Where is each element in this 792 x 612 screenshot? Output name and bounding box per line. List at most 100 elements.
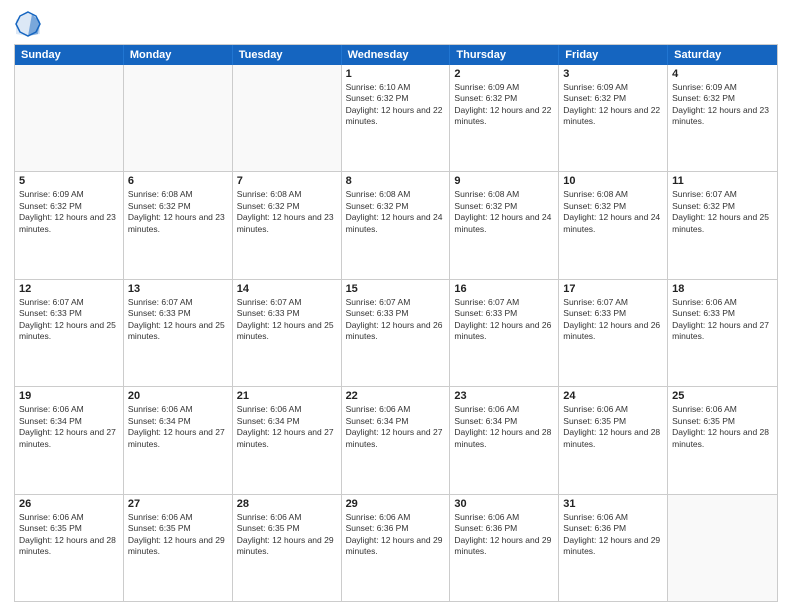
day-cell: 11Sunrise: 6:07 AM Sunset: 6:32 PM Dayli… <box>668 172 777 278</box>
day-cell: 7 Sunrise: 6:08 AM Sunset: 6:32 PM Daylig… <box>233 172 342 278</box>
day-cell: 15Sunrise: 6:07 AM Sunset: 6:33 PM Dayli… <box>342 280 451 386</box>
day-info: Sunrise: 6:07 AM Sunset: 6:33 PM Dayligh… <box>454 297 554 343</box>
day-cell: 18Sunrise: 6:06 AM Sunset: 6:33 PM Dayli… <box>668 280 777 386</box>
day-header-thursday: Thursday <box>450 45 559 65</box>
day-cell <box>15 65 124 171</box>
day-info: Sunrise: 6:07 AM Sunset: 6:33 PM Dayligh… <box>128 297 228 343</box>
page: SundayMondayTuesdayWednesdayThursdayFrid… <box>0 0 792 612</box>
day-info: Sunrise: 6:07 AM Sunset: 6:33 PM Dayligh… <box>563 297 663 343</box>
week-row-2: 5 Sunrise: 6:09 AM Sunset: 6:32 PM Daylig… <box>15 172 777 279</box>
day-info: Sunrise: 6:06 AM Sunset: 6:34 PM Dayligh… <box>237 404 337 450</box>
day-info: Sunrise: 6:06 AM Sunset: 6:34 PM Dayligh… <box>454 404 554 450</box>
day-number: 8 <box>346 175 446 187</box>
day-info: Sunrise: 6:09 AM Sunset: 6:32 PM Dayligh… <box>454 82 554 128</box>
day-info: Sunrise: 6:09 AM Sunset: 6:32 PM Dayligh… <box>563 82 663 128</box>
day-cell: 26 Sunrise: 6:06 AM Sunset: 6:35 PM Dayli… <box>15 495 124 601</box>
day-number: 9 <box>454 175 554 187</box>
day-info: Sunrise: 6:08 AM Sunset: 6:32 PM Dayligh… <box>237 189 337 235</box>
day-number: 26 <box>19 498 119 510</box>
day-cell: 4 Sunrise: 6:09 AM Sunset: 6:32 PM Daylig… <box>668 65 777 171</box>
day-cell: 6 Sunrise: 6:08 AM Sunset: 6:32 PM Daylig… <box>124 172 233 278</box>
week-row-1: 1 Sunrise: 6:10 AM Sunset: 6:32 PM Daylig… <box>15 65 777 172</box>
calendar: SundayMondayTuesdayWednesdayThursdayFrid… <box>14 44 778 602</box>
day-number: 21 <box>237 390 337 402</box>
day-number: 17 <box>563 283 663 295</box>
day-number: 25 <box>672 390 773 402</box>
logo-icon <box>14 10 42 38</box>
day-cell: 22 Sunrise: 6:06 AM Sunset: 6:34 PM Dayli… <box>342 387 451 493</box>
day-cell: 25 Sunrise: 6:06 AM Sunset: 6:35 PM Dayli… <box>668 387 777 493</box>
day-cell <box>124 65 233 171</box>
day-cell: 27Sunrise: 6:06 AM Sunset: 6:35 PM Dayli… <box>124 495 233 601</box>
day-header-saturday: Saturday <box>668 45 777 65</box>
day-number: 11 <box>672 175 773 187</box>
day-info: Sunrise: 6:06 AM Sunset: 6:35 PM Dayligh… <box>237 512 337 558</box>
logo <box>14 10 46 38</box>
day-info: Sunrise: 6:08 AM Sunset: 6:32 PM Dayligh… <box>346 189 446 235</box>
day-info: Sunrise: 6:07 AM Sunset: 6:33 PM Dayligh… <box>19 297 119 343</box>
day-cell: 13 Sunrise: 6:07 AM Sunset: 6:33 PM Dayli… <box>124 280 233 386</box>
day-number: 16 <box>454 283 554 295</box>
day-info: Sunrise: 6:06 AM Sunset: 6:36 PM Dayligh… <box>346 512 446 558</box>
day-number: 24 <box>563 390 663 402</box>
day-cell: 21 Sunrise: 6:06 AM Sunset: 6:34 PM Dayli… <box>233 387 342 493</box>
day-number: 2 <box>454 68 554 80</box>
day-info: Sunrise: 6:10 AM Sunset: 6:32 PM Dayligh… <box>346 82 446 128</box>
week-row-5: 26 Sunrise: 6:06 AM Sunset: 6:35 PM Dayli… <box>15 495 777 601</box>
day-cell: 17 Sunrise: 6:07 AM Sunset: 6:33 PM Dayli… <box>559 280 668 386</box>
day-cell: 9Sunrise: 6:08 AM Sunset: 6:32 PM Daylig… <box>450 172 559 278</box>
day-info: Sunrise: 6:09 AM Sunset: 6:32 PM Dayligh… <box>19 189 119 235</box>
day-cell <box>233 65 342 171</box>
day-cell: 20 Sunrise: 6:06 AM Sunset: 6:34 PM Dayli… <box>124 387 233 493</box>
day-number: 22 <box>346 390 446 402</box>
day-info: Sunrise: 6:06 AM Sunset: 6:35 PM Dayligh… <box>672 404 773 450</box>
day-number: 31 <box>563 498 663 510</box>
day-cell: 30 Sunrise: 6:06 AM Sunset: 6:36 PM Dayli… <box>450 495 559 601</box>
day-number: 1 <box>346 68 446 80</box>
day-number: 6 <box>128 175 228 187</box>
day-cell: 14Sunrise: 6:07 AM Sunset: 6:33 PM Dayli… <box>233 280 342 386</box>
day-cell: 29 Sunrise: 6:06 AM Sunset: 6:36 PM Dayli… <box>342 495 451 601</box>
day-cell: 10 Sunrise: 6:08 AM Sunset: 6:32 PM Dayli… <box>559 172 668 278</box>
day-number: 12 <box>19 283 119 295</box>
day-cell: 1 Sunrise: 6:10 AM Sunset: 6:32 PM Daylig… <box>342 65 451 171</box>
day-cell: 31 Sunrise: 6:06 AM Sunset: 6:36 PM Dayli… <box>559 495 668 601</box>
day-info: Sunrise: 6:06 AM Sunset: 6:35 PM Dayligh… <box>563 404 663 450</box>
day-number: 27 <box>128 498 228 510</box>
day-info: Sunrise: 6:09 AM Sunset: 6:32 PM Dayligh… <box>672 82 773 128</box>
day-number: 7 <box>237 175 337 187</box>
day-info: Sunrise: 6:06 AM Sunset: 6:35 PM Dayligh… <box>19 512 119 558</box>
day-cell: 19Sunrise: 6:06 AM Sunset: 6:34 PM Dayli… <box>15 387 124 493</box>
day-cell: 5 Sunrise: 6:09 AM Sunset: 6:32 PM Daylig… <box>15 172 124 278</box>
day-number: 19 <box>19 390 119 402</box>
day-info: Sunrise: 6:08 AM Sunset: 6:32 PM Dayligh… <box>563 189 663 235</box>
day-info: Sunrise: 6:06 AM Sunset: 6:33 PM Dayligh… <box>672 297 773 343</box>
day-number: 3 <box>563 68 663 80</box>
day-number: 5 <box>19 175 119 187</box>
day-number: 29 <box>346 498 446 510</box>
day-info: Sunrise: 6:08 AM Sunset: 6:32 PM Dayligh… <box>128 189 228 235</box>
day-cell <box>668 495 777 601</box>
day-number: 13 <box>128 283 228 295</box>
day-info: Sunrise: 6:06 AM Sunset: 6:36 PM Dayligh… <box>563 512 663 558</box>
day-number: 4 <box>672 68 773 80</box>
day-info: Sunrise: 6:06 AM Sunset: 6:34 PM Dayligh… <box>346 404 446 450</box>
day-number: 28 <box>237 498 337 510</box>
day-number: 30 <box>454 498 554 510</box>
day-header-tuesday: Tuesday <box>233 45 342 65</box>
day-header-sunday: Sunday <box>15 45 124 65</box>
day-info: Sunrise: 6:06 AM Sunset: 6:34 PM Dayligh… <box>128 404 228 450</box>
day-header-friday: Friday <box>559 45 668 65</box>
day-cell: 12 Sunrise: 6:07 AM Sunset: 6:33 PM Dayli… <box>15 280 124 386</box>
day-headers: SundayMondayTuesdayWednesdayThursdayFrid… <box>15 45 777 65</box>
day-cell: 23Sunrise: 6:06 AM Sunset: 6:34 PM Dayli… <box>450 387 559 493</box>
day-cell: 16 Sunrise: 6:07 AM Sunset: 6:33 PM Dayli… <box>450 280 559 386</box>
day-number: 20 <box>128 390 228 402</box>
week-row-4: 19 Sunrise: 6:06 AM Sunset: 6:34 PM Dayli… <box>15 387 777 494</box>
day-cell: 2 Sunrise: 6:09 AM Sunset: 6:32 PM Daylig… <box>450 65 559 171</box>
day-number: 10 <box>563 175 663 187</box>
day-info: Sunrise: 6:07 AM Sunset: 6:33 PM Dayligh… <box>237 297 337 343</box>
day-info: Sunrise: 6:07 AM Sunset: 6:33 PM Dayligh… <box>346 297 446 343</box>
day-info: Sunrise: 6:06 AM Sunset: 6:36 PM Dayligh… <box>454 512 554 558</box>
weeks: 1 Sunrise: 6:10 AM Sunset: 6:32 PM Daylig… <box>15 65 777 601</box>
